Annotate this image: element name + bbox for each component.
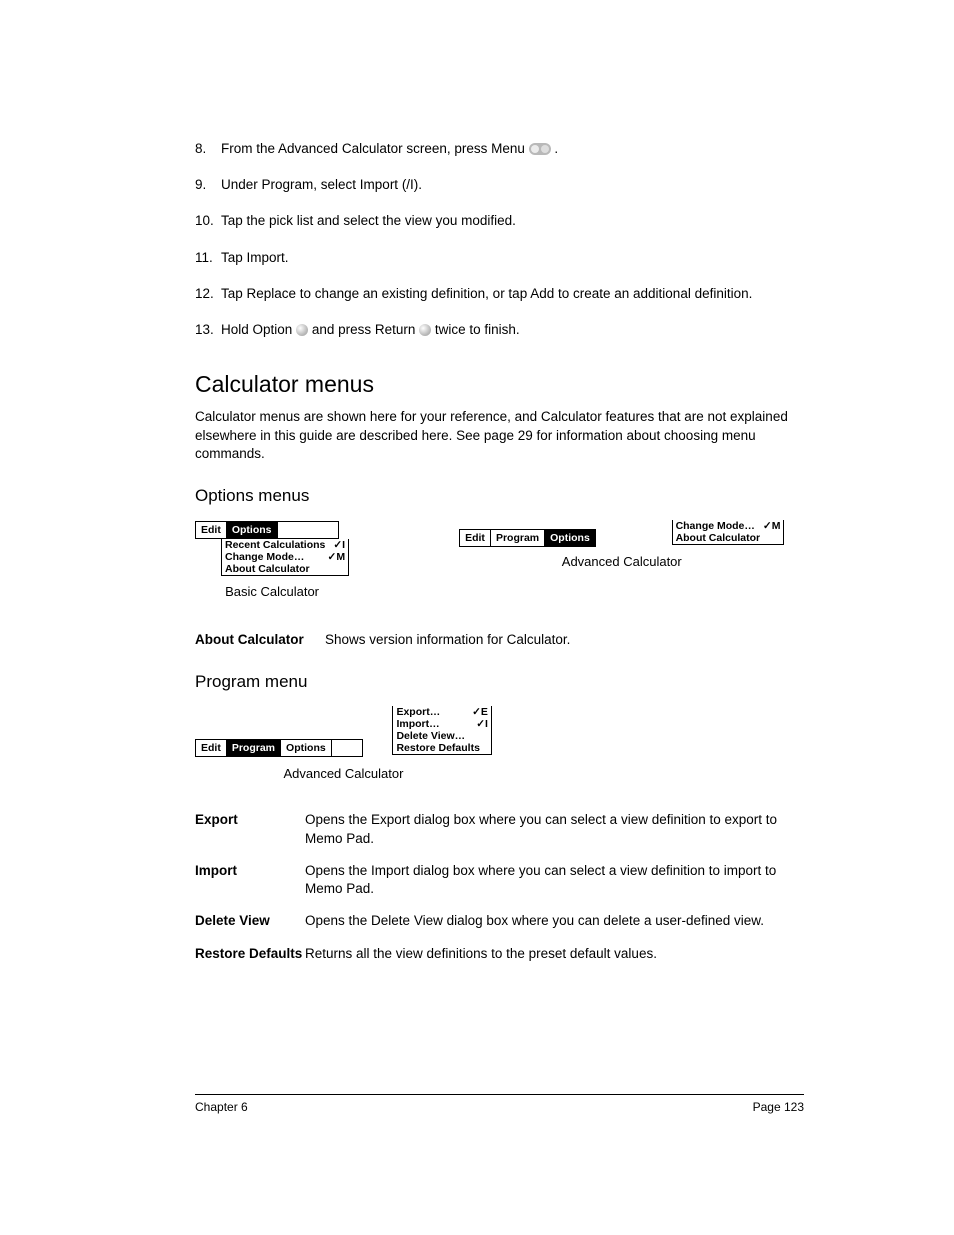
menu-item-label: Change Mode… [225,551,304,563]
menu-item: Recent Calculations ✓I [222,539,348,551]
step-11: 11. Tap Import. [195,249,804,267]
definition-term: About Calculator [195,631,325,649]
step-text-pre: Hold Option [221,322,296,337]
step-text: Tap Replace to change an existing defini… [221,285,804,303]
menu-caption: Advanced Calculator [195,765,492,783]
program-menu-definitions: Export Opens the Export dialog box where… [195,811,804,962]
menu-tab-edit: Edit [196,522,227,538]
menu-item: Change Mode… ✓M [673,520,784,532]
menu-bar-spacer [332,740,362,756]
menu-item: About Calculator [673,532,784,544]
menu-dropdown: Export… ✓E Import… ✓I Delete View… Restore… [392,706,491,755]
menu-dropdown: Change Mode… ✓M About Calculator [672,520,785,545]
step-text: Under Program, select Import (/I). [221,176,804,194]
step-10: 10. Tap the pick list and select the vie… [195,212,804,230]
step-number: 13. [195,321,221,339]
step-number: 9. [195,176,221,194]
menu-item-label: Restore Defaults [396,742,479,754]
step-text: Tap Import. [221,249,804,267]
menu-item: Export… ✓E [393,706,490,718]
menu-item: Import… ✓I [393,718,490,730]
menu-item: Change Mode… ✓M [222,551,348,563]
definition-row: About Calculator Shows version informati… [195,631,804,649]
return-key-icon [419,324,431,336]
step-12: 12. Tap Replace to change an existing de… [195,285,804,303]
basic-calculator-menu: Edit Options Recent Calculations ✓I Chang… [195,520,349,601]
definition-term: Restore Defaults [195,945,305,963]
menu-bar: Edit Program Options [195,739,363,757]
definition-term: Export [195,811,305,847]
step-text-mid: and press Return [312,322,419,337]
menu-bar: Edit Options [195,521,339,539]
step-9: 9. Under Program, select Import (/I). [195,176,804,194]
definition-term: Import [195,862,305,898]
menu-bar: Edit Program Options [459,529,596,547]
definition-row: Import Opens the Import dialog box where… [195,862,804,898]
menu-item: About Calculator [222,563,348,575]
menu-item-shortcut: ✓E [472,706,488,718]
step-text-post: twice to finish. [435,322,520,337]
menu-caption: Basic Calculator [195,583,349,601]
menu-bar-spacer [278,522,338,538]
step-number: 11. [195,249,221,267]
step-13: 13. Hold Option and press Return twice t… [195,321,804,339]
footer-page: Page 123 [753,1099,804,1115]
menu-tab-edit: Edit [196,740,227,756]
menu-item-label: Recent Calculations [225,539,325,551]
option-key-icon [296,324,308,336]
step-list: 8. From the Advanced Calculator screen, … [195,140,804,339]
advanced-calculator-options-menu: Edit Program Options Change Mode… ✓M Abou… [459,520,784,601]
menu-item-shortcut: ✓M [763,520,781,532]
step-8: 8. From the Advanced Calculator screen, … [195,140,804,158]
menu-tab-options: Options [227,522,278,538]
step-text-pre: From the Advanced Calculator screen, pre… [221,141,529,156]
menu-item-shortcut: ✓I [476,718,488,730]
step-text: From the Advanced Calculator screen, pre… [221,140,804,158]
definition-desc: Opens the Delete View dialog box where y… [305,912,804,930]
menu-item-label: Delete View… [396,730,465,742]
definition-desc: Opens the Export dialog box where you ca… [305,811,804,847]
menu-item-label: Import… [396,718,439,730]
definition-term: Delete View [195,912,305,930]
menu-item-label: About Calculator [676,532,761,544]
menu-item-shortcut: ✓M [328,551,346,563]
step-number: 12. [195,285,221,303]
menu-tab-options: Options [281,740,332,756]
menu-item-label: Export… [396,706,440,718]
footer-chapter: Chapter 6 [195,1099,248,1115]
definition-desc: Shows version information for Calculator… [325,631,804,649]
step-text-post: . [554,141,558,156]
menu-item-label: Change Mode… [676,520,755,532]
menu-caption: Advanced Calculator [459,553,784,571]
step-number: 8. [195,140,221,158]
menu-button-icon [529,143,551,155]
step-text: Hold Option and press Return twice to fi… [221,321,804,339]
definition-desc: Returns all the view definitions to the … [305,945,804,963]
options-menus-heading: Options menus [195,485,804,508]
menu-tab-options: Options [545,530,595,546]
options-menu-screenshots: Edit Options Recent Calculations ✓I Chang… [195,520,804,601]
menu-dropdown: Recent Calculations ✓I Change Mode… ✓M Abo… [221,539,349,576]
menu-tab-program: Program [491,530,545,546]
definition-row: Export Opens the Export dialog box where… [195,811,804,847]
menu-tab-program: Program [227,740,281,756]
definition-desc: Opens the Import dialog box where you ca… [305,862,804,898]
definition-row: Restore Defaults Returns all the view de… [195,945,804,963]
menu-item-shortcut: ✓I [333,539,345,551]
advanced-calculator-program-menu: Edit Program Options Export… ✓E Import… ✓I… [195,706,492,783]
section-intro: Calculator menus are shown here for your… [195,408,804,463]
program-menu-heading: Program menu [195,671,804,694]
page-footer: Chapter 6 Page 123 [195,1094,804,1115]
menu-item-label: About Calculator [225,563,310,575]
section-heading: Calculator menus [195,369,804,400]
document-page: 8. From the Advanced Calculator screen, … [0,0,954,1235]
menu-item: Restore Defaults [393,742,490,754]
definition-row: Delete View Opens the Delete View dialog… [195,912,804,930]
menu-tab-edit: Edit [460,530,491,546]
step-text: Tap the pick list and select the view yo… [221,212,804,230]
step-number: 10. [195,212,221,230]
menu-item: Delete View… [393,730,490,742]
